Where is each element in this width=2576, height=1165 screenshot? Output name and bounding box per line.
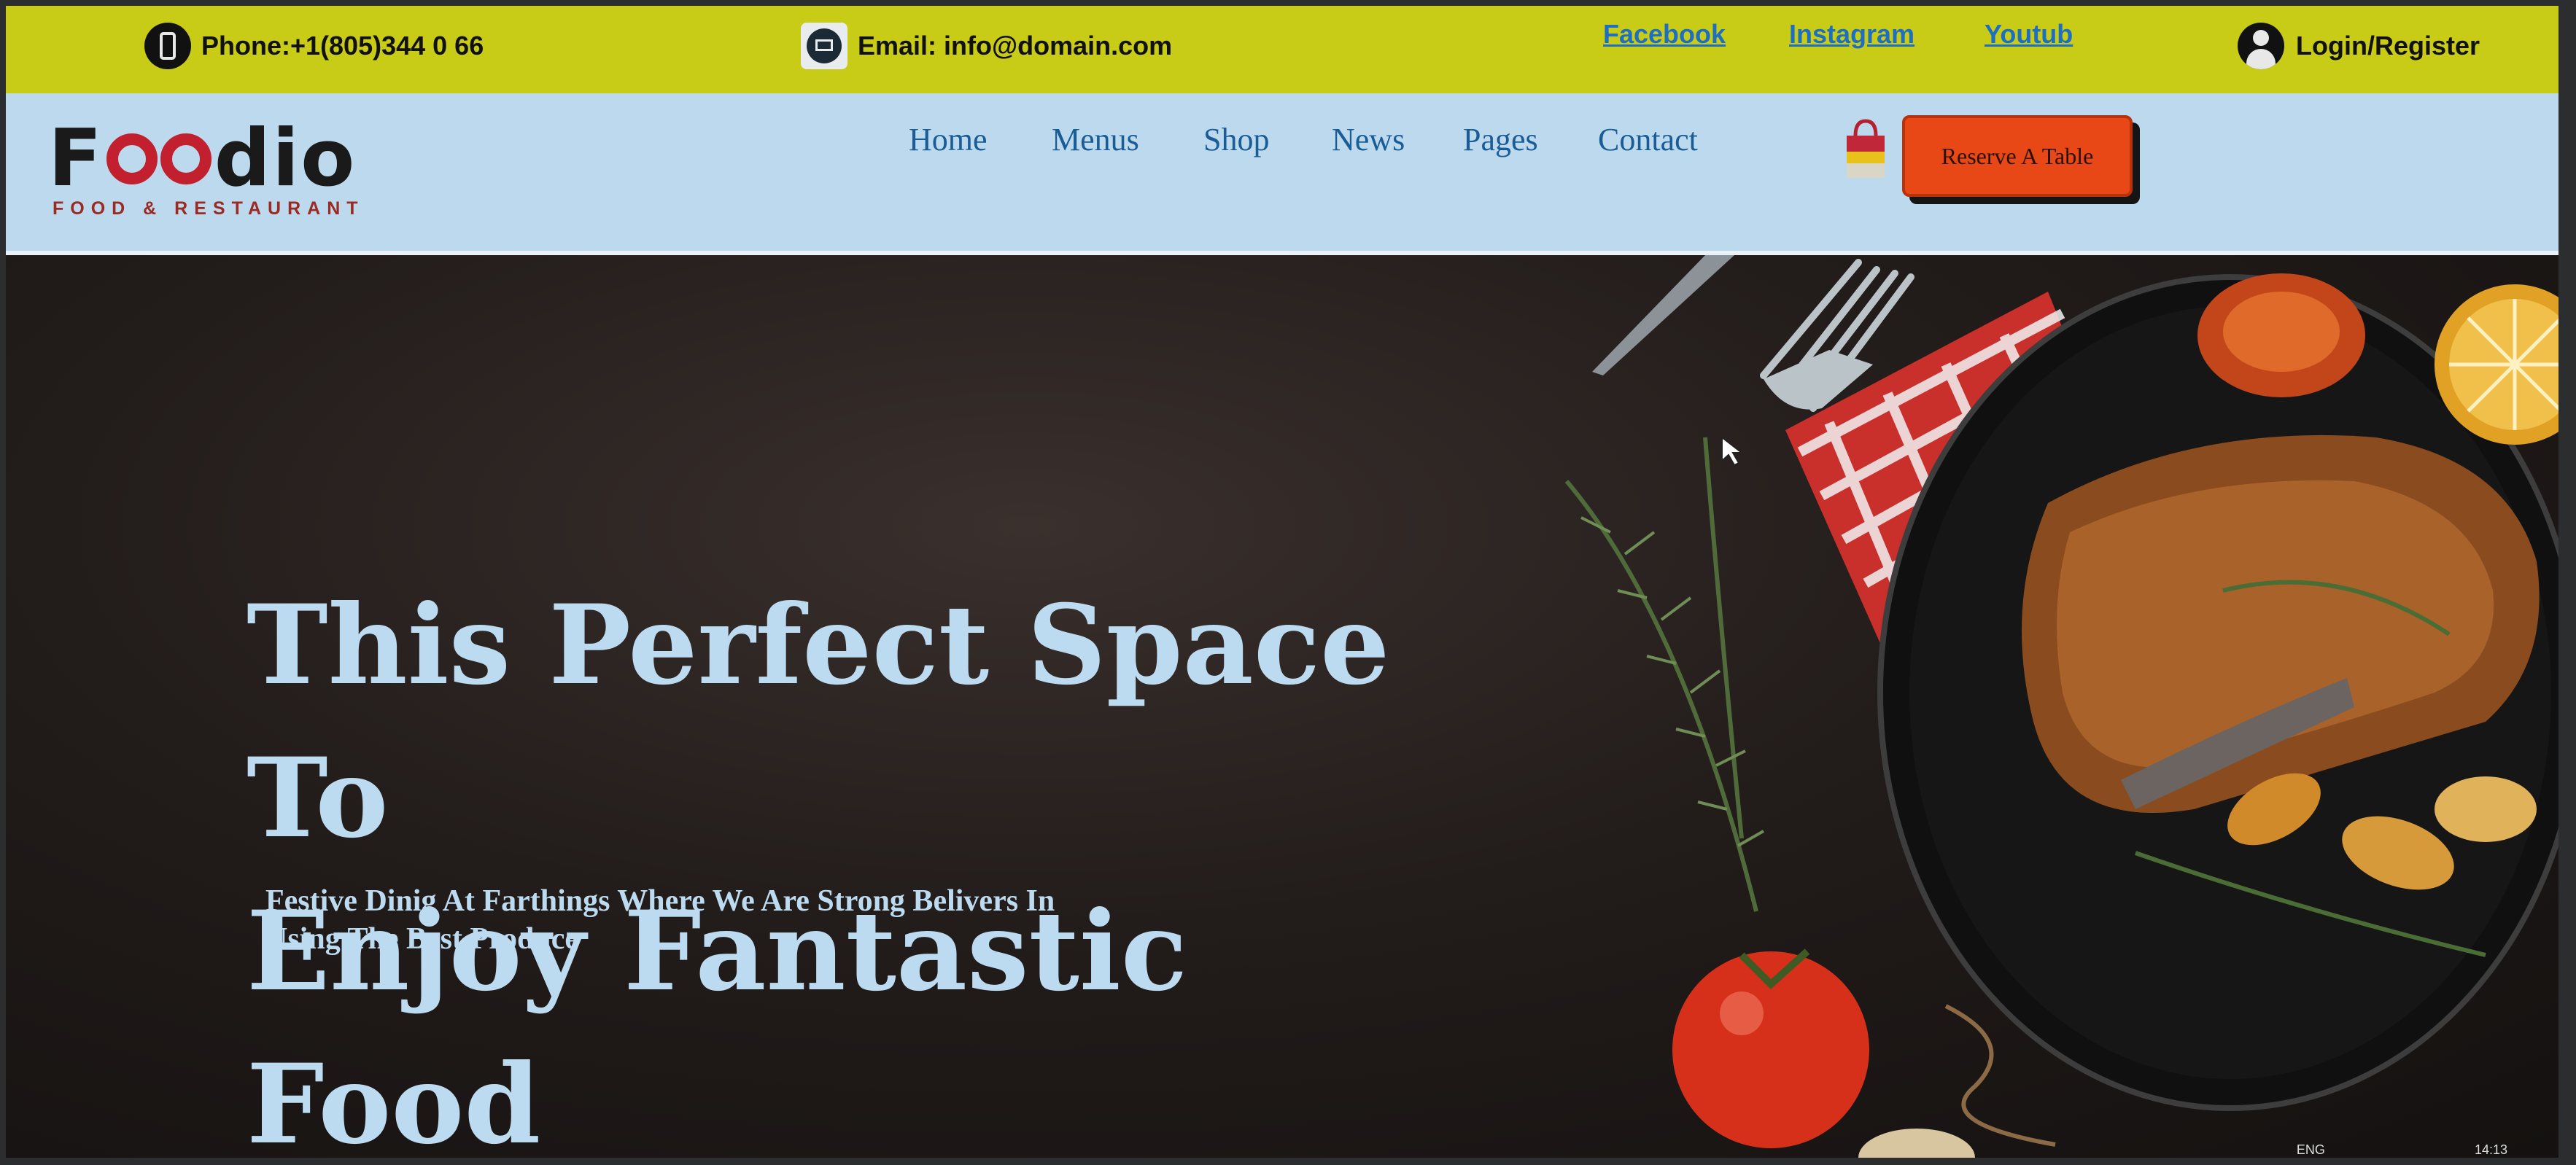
phone-contact[interactable]: Phone:+1(805)344 0 66 [144, 6, 484, 86]
email-icon [801, 23, 847, 69]
clock[interactable]: 14:13 [2475, 1142, 2507, 1157]
nav-contact[interactable]: Contact [1598, 121, 1698, 158]
login-register-link[interactable]: Login/Register [2238, 6, 2480, 86]
hero-section: This Perfect Space To Enjoy Fantastic Fo… [6, 255, 2558, 1158]
phone-icon [144, 23, 191, 69]
user-icon [2238, 23, 2284, 69]
hero-subtitle: Festive Dinig At Farthings Where We Are … [265, 882, 1287, 958]
nav-pages[interactable]: Pages [1463, 121, 1538, 158]
email-text: Email: info@domain.com [858, 31, 1173, 61]
phone-text: Phone:+1(805)344 0 66 [201, 31, 484, 61]
hero-title: This Perfect Space To Enjoy Fantastic Fo… [247, 569, 1486, 1158]
instagram-link[interactable]: Instagram [1789, 19, 1914, 50]
reserve-table-button[interactable]: Reserve A Table [1902, 115, 2133, 197]
top-info-bar: Phone:+1(805)344 0 66 Email: info@domain… [6, 6, 2558, 93]
hero-subtitle-line-2: Using The Best Produce [265, 922, 578, 956]
nav-home[interactable]: Home [909, 121, 988, 158]
logo-rings-icon [106, 133, 212, 184]
nav-menus[interactable]: Menus [1052, 121, 1139, 158]
brand-logo[interactable]: F dio FOOD & RESTAURANT [48, 113, 365, 219]
language-indicator[interactable]: ENG [2297, 1142, 2325, 1157]
logo-wordmark: F dio [48, 113, 357, 204]
facebook-link[interactable]: Facebook [1603, 19, 1726, 50]
hero-subtitle-line-1: Festive Dinig At Farthings Where We Are … [265, 884, 1055, 918]
browser-viewport: Phone:+1(805)344 0 66 Email: info@domain… [6, 6, 2558, 1158]
logo-tagline: FOOD & RESTAURANT [53, 198, 365, 219]
main-navbar: F dio FOOD & RESTAURANT Home Menus Shop … [6, 93, 2558, 255]
os-taskbar-tray: ENG 14:13 [2297, 1142, 2507, 1158]
email-contact[interactable]: Email: info@domain.com [801, 6, 1172, 86]
login-register-text: Login/Register [2296, 31, 2480, 61]
nav-news[interactable]: News [1332, 121, 1405, 158]
shopping-bag-icon[interactable] [1844, 117, 1888, 179]
hero-title-line-1: This Perfect Space To [247, 581, 1390, 862]
youtube-link[interactable]: Youtub [1985, 19, 2073, 50]
nav-shop[interactable]: Shop [1203, 121, 1269, 158]
